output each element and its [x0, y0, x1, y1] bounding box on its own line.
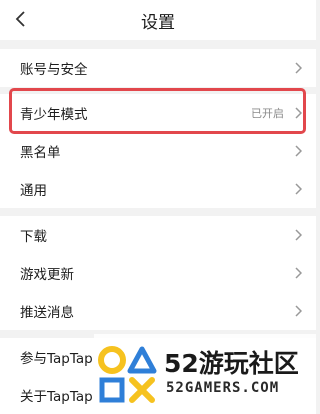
- section-updates: 下载 游戏更新 推送消息: [0, 216, 316, 330]
- site-name: 52游玩社区: [164, 349, 299, 378]
- row-label: 通用: [20, 183, 47, 199]
- row-blacklist[interactable]: 黑名单: [0, 132, 316, 170]
- row-label: 黑名单: [20, 145, 61, 161]
- row-general[interactable]: 通用: [0, 170, 316, 208]
- page-title: 设置: [141, 13, 175, 33]
- section-account: 账号与安全: [0, 49, 316, 87]
- row-label: 参与TapTap: [20, 351, 93, 367]
- row-push-notifications[interactable]: 推送消息: [0, 292, 316, 330]
- row-label: 推送消息: [20, 305, 74, 321]
- site-domain: 52GAMERS.COM: [166, 380, 280, 396]
- row-label: 关于TapTap: [20, 389, 93, 405]
- top-bar: 设置: [0, 0, 316, 40]
- row-download[interactable]: 下载: [0, 216, 316, 254]
- row-label: 游戏更新: [20, 267, 74, 283]
- watermark: 52游玩社区 52GAMERS.COM: [94, 334, 316, 414]
- chevron-right-icon: [295, 229, 302, 241]
- chevron-right-icon: [295, 267, 302, 279]
- row-game-updates[interactable]: 游戏更新: [0, 254, 316, 292]
- chevron-right-icon: [295, 305, 302, 317]
- chevron-right-icon: [295, 183, 302, 195]
- teen-mode-highlight: [9, 88, 306, 134]
- chevron-right-icon: [295, 145, 302, 157]
- row-label: 账号与安全: [20, 62, 88, 78]
- row-account-security[interactable]: 账号与安全: [0, 49, 316, 87]
- chevron-right-icon: [295, 62, 302, 74]
- site-logo-icon: [98, 346, 157, 403]
- row-label: 下载: [20, 229, 47, 245]
